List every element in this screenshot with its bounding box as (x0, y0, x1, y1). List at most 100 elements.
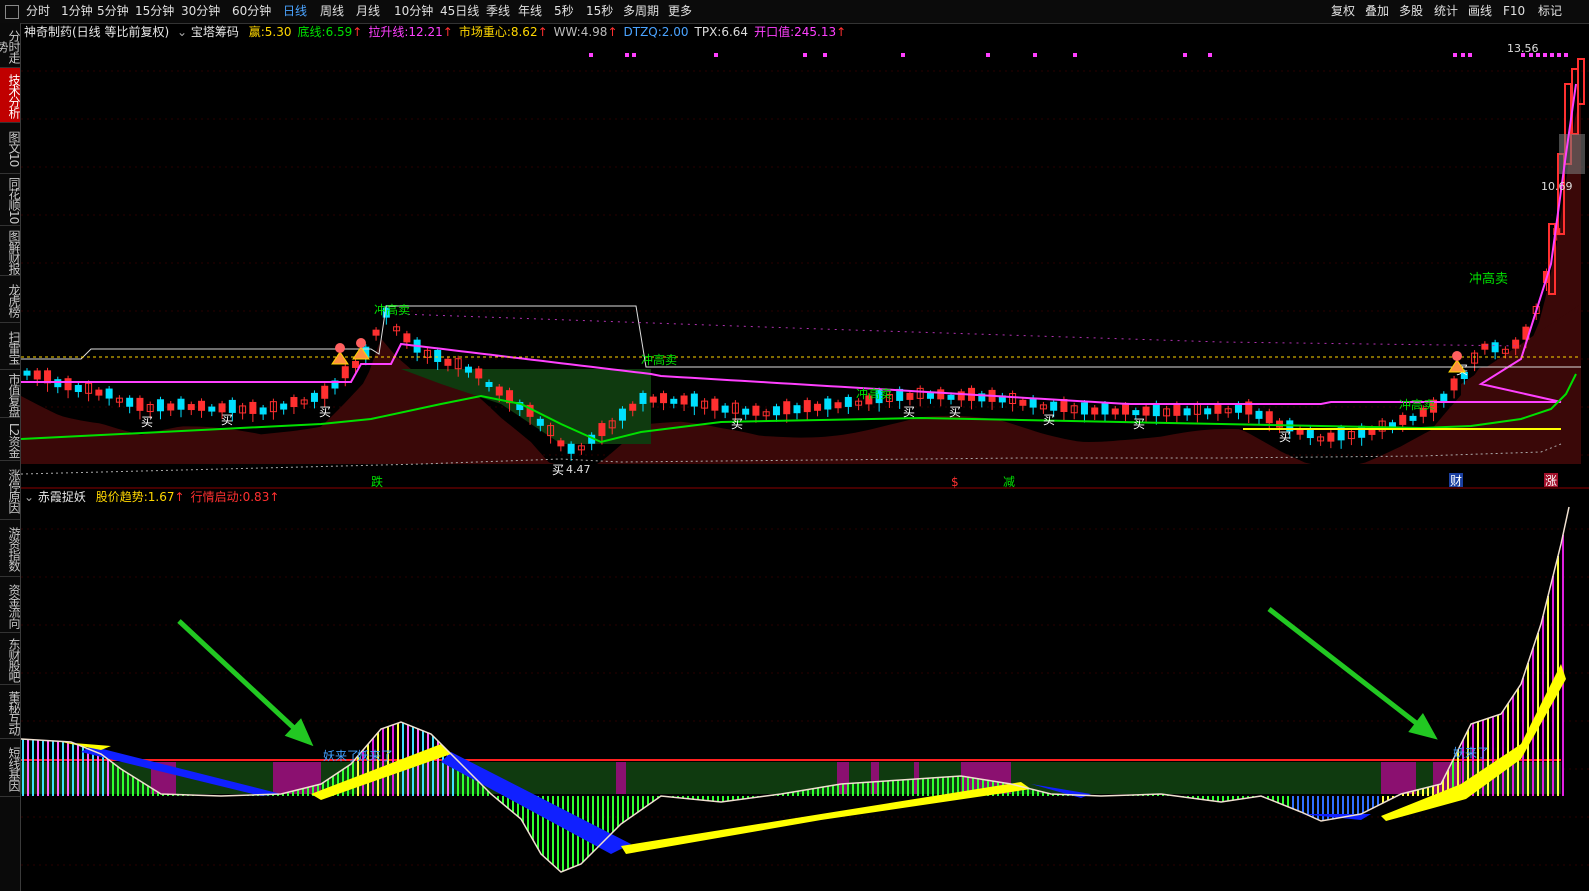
buy-label: 买 (731, 417, 743, 431)
period-tab-0[interactable]: 分时 (26, 3, 50, 20)
sidebar-tab-1[interactable]: 技术分析 (0, 68, 20, 123)
candle-body (1122, 404, 1130, 415)
buy-label: 买 (1043, 413, 1055, 427)
sidebar-tab-0[interactable]: 分时走势 (0, 23, 20, 68)
period-tab-12[interactable]: 年线 (518, 3, 542, 20)
buy-label: 买 (949, 405, 961, 419)
period-tab-6[interactable]: 日线 (283, 3, 307, 20)
candle-body (1491, 342, 1499, 353)
candle-body (1091, 407, 1099, 415)
candle-body (372, 329, 380, 336)
candle-body (1111, 408, 1119, 415)
trend-block-magenta (1381, 762, 1416, 794)
candle-body (444, 358, 452, 366)
candle-body (1101, 403, 1109, 415)
toolbar-button-2[interactable]: 多股 (1399, 3, 1423, 20)
toolbar-button-6[interactable]: 标记 (1538, 3, 1562, 20)
candle-body (33, 370, 41, 380)
period-tab-4[interactable]: 30分钟 (181, 3, 220, 20)
tower-icon (1452, 351, 1462, 361)
candle-body (721, 405, 729, 413)
sidebar-tab-3[interactable]: 同花顺10 (0, 174, 20, 226)
sidebar-tab-11[interactable]: 资金流向 (0, 577, 20, 633)
sell-high-label: 冲高卖 (1399, 397, 1435, 412)
toolbar-button-1[interactable]: 叠加 (1365, 3, 1389, 20)
candle-body (1142, 406, 1150, 416)
signal-dot (1543, 53, 1547, 57)
buy-label: 买 (319, 405, 331, 419)
candle-body (1183, 408, 1191, 416)
signal-dot (1550, 53, 1554, 57)
sidebar-tab-5[interactable]: 龙虎榜 (0, 276, 20, 323)
sidebar-tab-13[interactable]: 董秘互动 (0, 685, 20, 739)
candle-body (280, 403, 288, 410)
signal-dot (1468, 53, 1472, 57)
sidebar-tab-8[interactable]: L2资金 (0, 418, 20, 461)
sidebar-tab-12[interactable]: 东财股吧 (0, 633, 20, 685)
kline-chart[interactable]: 13.5610.694.47买买买买买买买买买买买冲高卖冲高卖冲高卖冲高卖冲高卖… (21, 24, 1589, 891)
sidebar-tab-7[interactable]: 市值复盘 (0, 370, 20, 418)
signal-dot (632, 53, 636, 57)
price-high-label: 13.56 (1507, 42, 1539, 55)
candle-body (1132, 410, 1140, 416)
candle-body (711, 398, 719, 411)
candle-body (464, 366, 472, 373)
toolbar-button-0[interactable]: 复权 (1331, 3, 1355, 20)
signal-dot (803, 53, 807, 57)
candle-body (814, 403, 822, 411)
candle-body (557, 440, 565, 447)
candle-body (167, 403, 175, 411)
candle-body (536, 418, 544, 426)
candle-body (1234, 403, 1242, 413)
candle-body (495, 386, 503, 396)
left-sidebar: 分时走势 技术分析 图文10 同花顺10 图解财报 龙虎榜 扫雷宝 市值复盘 L2资金 涨停原因游… (0, 23, 21, 891)
sidebar-tab-14[interactable]: 短线基因 (0, 739, 20, 797)
period-tab-7[interactable]: 周线 (320, 3, 344, 20)
layout-toggle-icon[interactable] (5, 5, 19, 19)
candle-body (74, 385, 82, 393)
period-tab-15[interactable]: 多周期 (623, 3, 659, 20)
candle-body (772, 406, 780, 416)
candle-body (156, 399, 164, 412)
period-tab-16[interactable]: 更多 (668, 3, 692, 20)
candle-body (187, 404, 195, 411)
sidebar-tab-2[interactable]: 图文10 (0, 123, 20, 174)
candle-body (660, 393, 668, 404)
buy-label: 买 (1133, 417, 1145, 431)
sidebar-tab-4[interactable]: 图解财报 (0, 226, 20, 276)
period-tab-14[interactable]: 15秒 (586, 3, 613, 20)
candle-body (649, 396, 657, 403)
period-tab-1[interactable]: 1分钟 (61, 3, 93, 20)
pointer-arrow-icon (177, 619, 311, 744)
sidebar-tab-9[interactable]: 涨停原因 (0, 461, 20, 520)
price-low-label: 4.47 (566, 463, 591, 476)
signal-dot (901, 53, 905, 57)
candle-body (1265, 411, 1273, 424)
signal-dot (589, 53, 593, 57)
period-tab-8[interactable]: 月线 (356, 3, 380, 20)
candle-body (54, 379, 62, 388)
buy-label: 买 (141, 415, 153, 429)
sell-high-label: 冲高卖 (856, 386, 892, 401)
candle-body (752, 405, 760, 416)
toolbar-button-5[interactable]: F10 (1503, 3, 1525, 20)
toolbar-button-3[interactable]: 统计 (1434, 3, 1458, 20)
period-tab-3[interactable]: 15分钟 (135, 3, 174, 20)
period-tab-13[interactable]: 5秒 (554, 3, 574, 20)
candle-body (403, 333, 411, 343)
yao-label: 妖来了 (357, 749, 393, 763)
price-zone-box (1559, 134, 1585, 174)
candle-body (926, 392, 934, 399)
sidebar-tab-10[interactable]: 游资指数 (0, 520, 20, 577)
candle-body (249, 401, 257, 414)
period-tab-2[interactable]: 5分钟 (97, 3, 129, 20)
sidebar-tab-6[interactable]: 扫雷宝 (0, 323, 20, 370)
candle-body (793, 405, 801, 414)
period-tab-10[interactable]: 45日线 (440, 3, 479, 20)
toolbar-button-4[interactable]: 画线 (1468, 3, 1492, 20)
candle-body (1450, 378, 1458, 391)
period-tab-9[interactable]: 10分钟 (394, 3, 433, 20)
period-tab-5[interactable]: 60分钟 (232, 3, 271, 20)
die-label: 跌 (371, 474, 383, 489)
period-tab-11[interactable]: 季线 (486, 3, 510, 20)
